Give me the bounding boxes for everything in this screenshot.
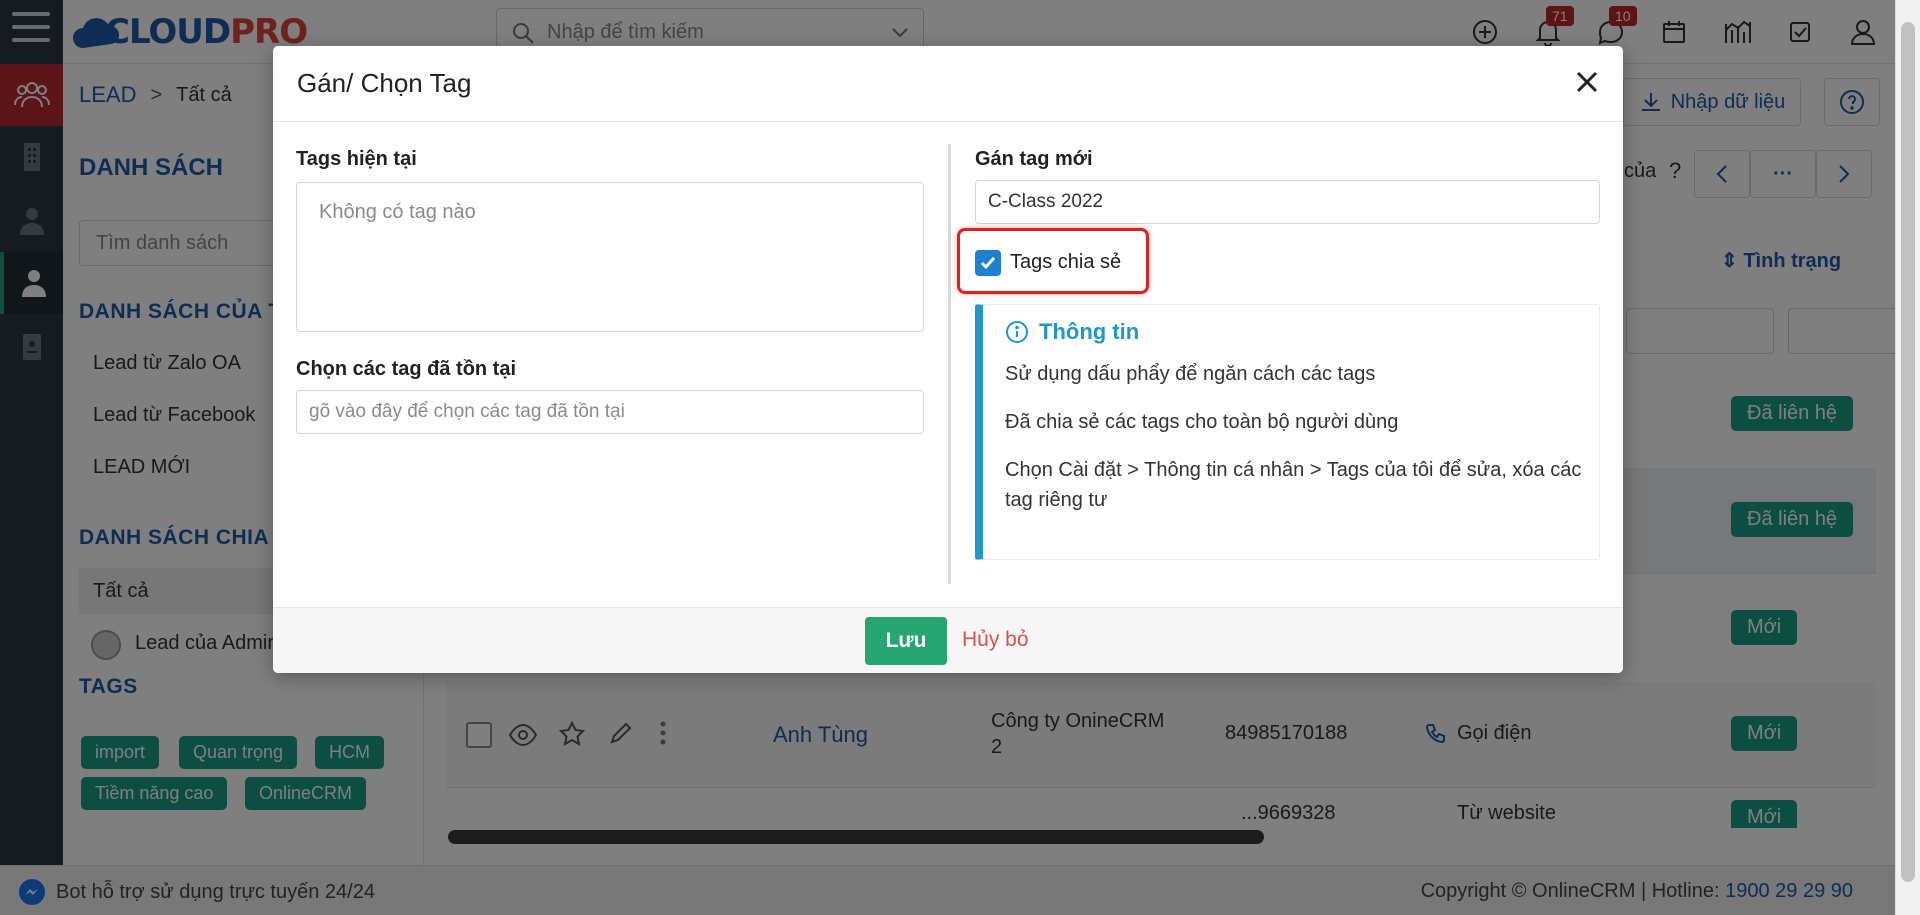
modal-title: Gán/ Chọn Tag (297, 68, 472, 98)
existing-tags-label: Chọn các tag đã tồn tại (296, 358, 517, 380)
save-button[interactable]: Lưu (865, 617, 947, 665)
info-callout: Thông tin Sử dụng dấu phẩy để ngăn cách … (975, 304, 1600, 560)
column-divider (948, 144, 951, 584)
close-icon[interactable] (1569, 64, 1605, 100)
cancel-button[interactable]: Hủy bỏ (962, 628, 1029, 652)
info-icon (1006, 321, 1028, 343)
modal-header: Gán/ Chọn Tag (273, 46, 1623, 122)
info-heading: Thông tin (1005, 319, 1139, 345)
new-tag-input[interactable]: C-Class 2022 (975, 180, 1600, 224)
current-tags-label: Tags hiện tại (296, 148, 417, 170)
info-line: Đã chia sẻ các tags cho toàn bộ người dù… (1005, 411, 1399, 433)
current-tags-box: Không có tag nào (296, 182, 924, 332)
new-tag-label: Gán tag mới (975, 148, 1093, 170)
info-line: Sử dụng dấu phẩy để ngăn cách các tags (1005, 363, 1376, 385)
info-title: Thông tin (1039, 319, 1140, 344)
existing-tags-input[interactable]: gõ vào đây để chọn các tag đã tồn tại (296, 390, 924, 434)
modal-footer: Lưu Hủy bỏ (273, 607, 1623, 673)
share-tags-label[interactable]: Tags chia sẻ (1010, 251, 1121, 274)
vertical-scrollbar[interactable] (1895, 0, 1920, 915)
checkmark-icon (980, 257, 996, 270)
info-line: Chọn Cài đặt > Thông tin cá nhân > Tags … (1005, 459, 1582, 511)
assign-tag-modal: Gán/ Chọn Tag Tags hiện tại Không có tag… (273, 46, 1623, 673)
scrollbar-thumb[interactable] (1901, 22, 1915, 882)
share-tags-checkbox[interactable] (975, 250, 1001, 276)
modal-body: Tags hiện tại Không có tag nào Chọn các … (273, 122, 1623, 592)
no-tags-text: Không có tag nào (319, 201, 476, 223)
